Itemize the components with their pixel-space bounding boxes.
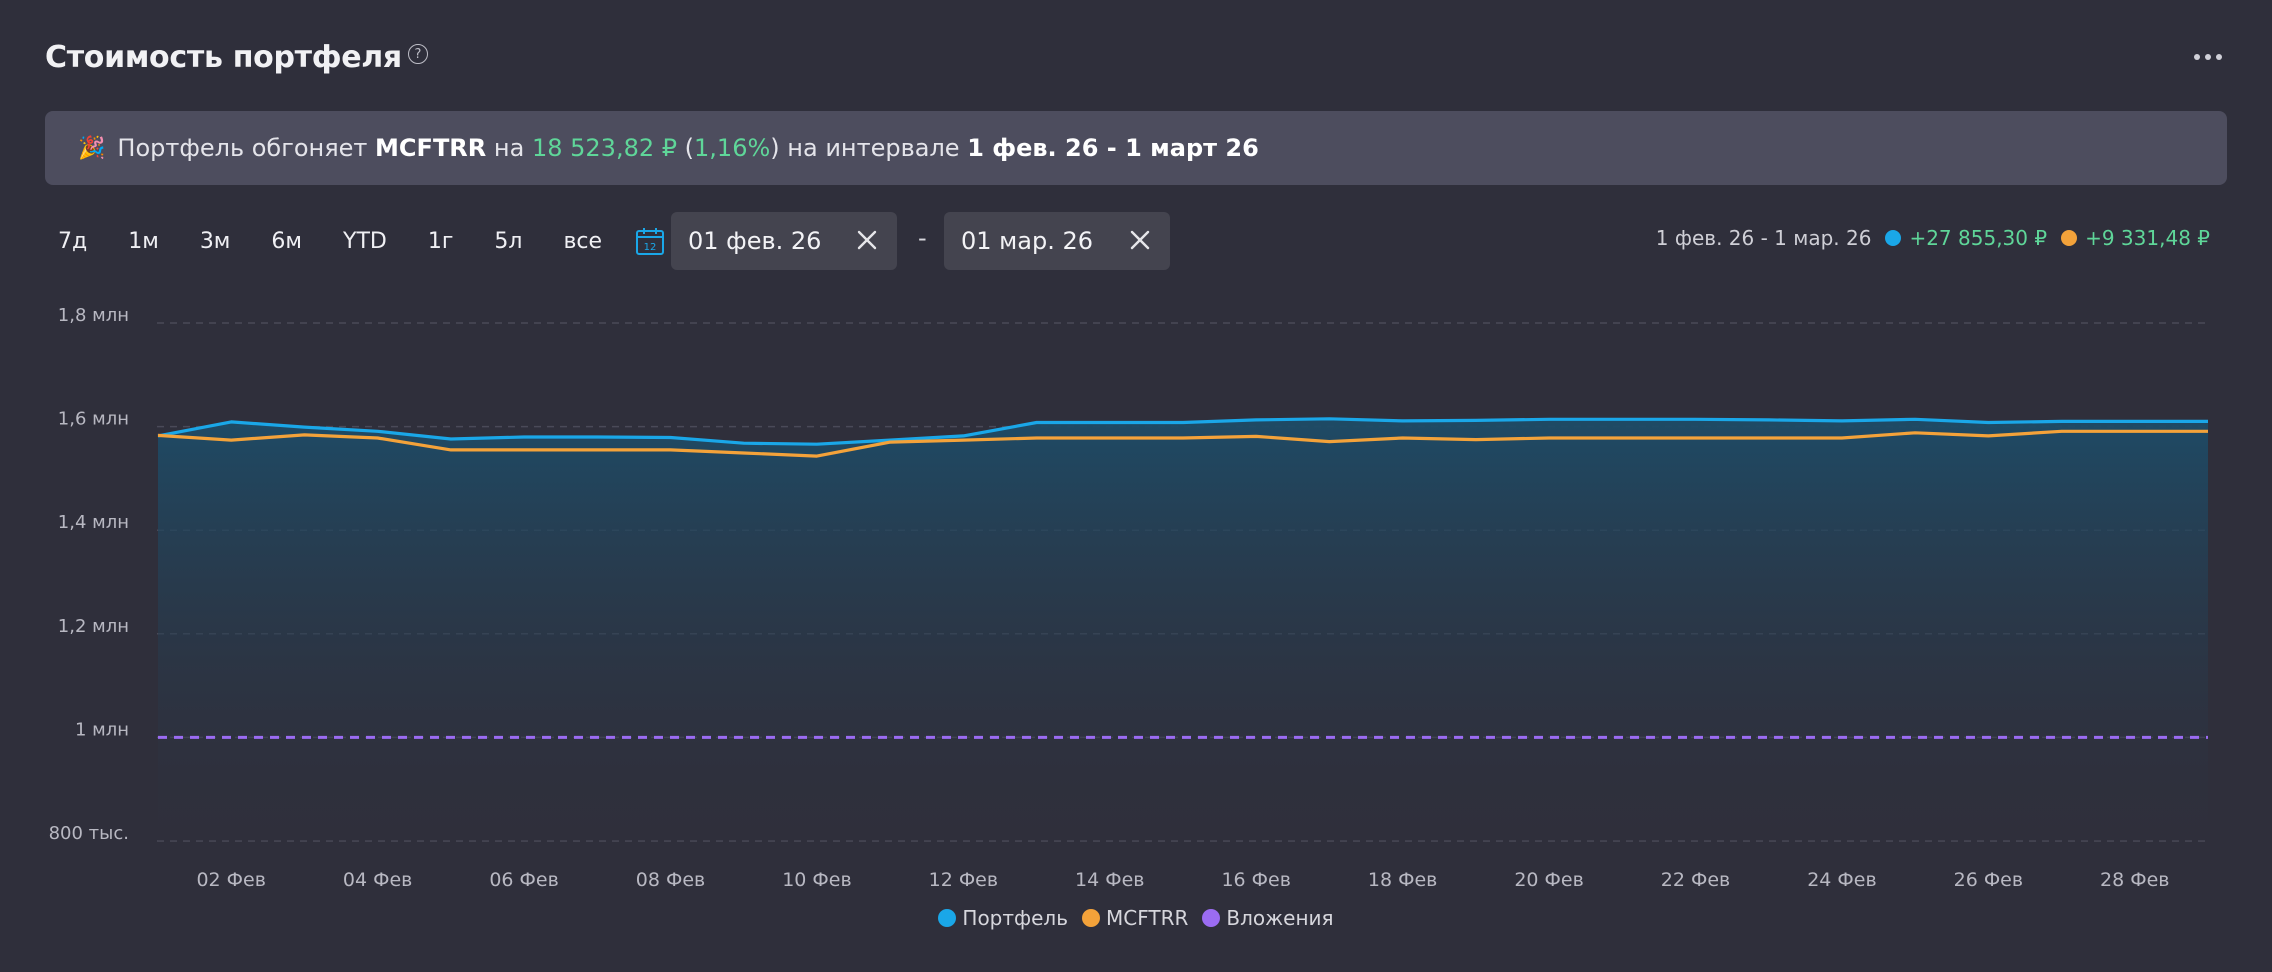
x-tick-label: 02 Фев xyxy=(196,869,265,891)
x-tick-label: 06 Фев xyxy=(489,869,558,891)
banner-paren-close: ) xyxy=(770,134,780,162)
legend-item-mcftrr[interactable]: MCFTRR xyxy=(1082,906,1188,930)
period-ytd-button[interactable]: YTD xyxy=(333,229,397,254)
y-tick-label: 1,4 млн xyxy=(58,512,129,533)
period-1y-button[interactable]: 1г xyxy=(418,229,464,254)
x-tick-label: 10 Фев xyxy=(782,869,851,891)
date-from-field[interactable]: 01 фев. 26 xyxy=(671,212,897,270)
portfolio-dot-icon xyxy=(1885,230,1902,246)
banner-text-interval: на интервале xyxy=(787,134,960,162)
chart-legend: Портфель MCFTRR Вложения xyxy=(0,906,2272,930)
x-tick-label: 18 Фев xyxy=(1368,869,1437,891)
x-tick-label: 28 Фев xyxy=(2100,869,2169,891)
banner-word-na: на xyxy=(493,134,525,162)
x-tick-label: 20 Фев xyxy=(1514,869,1583,891)
banner-amount: 18 523,82 ₽ xyxy=(531,134,678,162)
range-summary: 1 фев. 26 - 1 мар. 26 +27 855,30 ₽ +9 33… xyxy=(1656,226,2210,250)
party-popper-icon: 🎉 xyxy=(78,135,106,161)
y-tick-label: 1,8 млн xyxy=(58,305,129,326)
clear-date-to-icon[interactable] xyxy=(1128,228,1152,252)
calendar-icon[interactable]: 12 xyxy=(635,226,665,256)
period-selector: 7д 1м 3м 6м YTD 1г 5л все 12 xyxy=(48,214,665,268)
period-7d-button[interactable]: 7д xyxy=(48,229,97,254)
calendar-day-label: 12 xyxy=(644,242,657,253)
x-tick-label: 12 Фев xyxy=(929,869,998,891)
comparison-banner: 🎉 Портфель обгоняет MCFTRR на 18 523,82 … xyxy=(45,111,2227,185)
more-options-icon[interactable] xyxy=(2194,54,2222,60)
summary-benchmark-change: +9 331,48 ₽ xyxy=(2085,226,2210,250)
x-tick-label: 22 Фев xyxy=(1661,869,1730,891)
banner-interval: 1 фев. 26 - 1 март 26 xyxy=(967,134,1259,162)
page-title: Стоимость портфеля xyxy=(45,40,402,75)
x-tick-label: 26 Фев xyxy=(1954,869,2023,891)
x-tick-label: 04 Фев xyxy=(343,869,412,891)
summary-portfolio-change: +27 855,30 ₽ xyxy=(1909,226,2048,250)
y-tick-label: 1,6 млн xyxy=(58,409,129,430)
period-all-button[interactable]: все xyxy=(553,229,612,254)
legend-item-investments[interactable]: Вложения xyxy=(1202,906,1334,930)
legend-investments-label: Вложения xyxy=(1226,906,1334,930)
date-to-value: 01 мар. 26 xyxy=(961,227,1094,255)
period-6m-button[interactable]: 6м xyxy=(261,229,312,254)
legend-item-portfolio[interactable]: Портфель xyxy=(938,906,1068,930)
period-3m-button[interactable]: 3м xyxy=(190,229,241,254)
y-tick-label: 800 тыс. xyxy=(49,823,129,844)
banner-benchmark: MCFTRR xyxy=(375,134,487,162)
title-row: Стоимость портфеля ? xyxy=(45,40,428,75)
date-from-value: 01 фев. 26 xyxy=(688,227,822,255)
legend-portfolio-label: Портфель xyxy=(962,906,1069,930)
portfolio-value-chart[interactable]: 1,8 млн 1,6 млн 1,4 млн 1,2 млн 1 млн 800 тыс… xyxy=(0,290,2272,900)
legend-investments-dot-icon xyxy=(1202,909,1221,927)
period-1m-button[interactable]: 1м xyxy=(118,229,169,254)
banner-text-before: Портфель обгоняет xyxy=(117,134,368,162)
portfolio-area xyxy=(158,418,2208,841)
benchmark-dot-icon xyxy=(2061,230,2078,246)
banner-paren-open: ( xyxy=(684,134,695,162)
x-tick-label: 24 Фев xyxy=(1807,869,1876,891)
date-to-field[interactable]: 01 мар. 26 xyxy=(944,212,1170,270)
period-5y-button[interactable]: 5л xyxy=(484,229,532,254)
legend-mcftrr-label: MCFTRR xyxy=(1106,906,1189,930)
x-tick-label: 16 Фев xyxy=(1221,869,1290,891)
y-tick-label: 1,2 млн xyxy=(58,616,129,637)
date-range-dash: - xyxy=(918,224,927,252)
help-icon[interactable]: ? xyxy=(407,44,428,64)
legend-portfolio-dot-icon xyxy=(938,909,957,927)
legend-mcftrr-dot-icon xyxy=(1082,909,1101,927)
x-tick-label: 08 Фев xyxy=(636,869,705,891)
clear-date-from-icon[interactable] xyxy=(855,228,879,252)
banner-percent: 1,16% xyxy=(694,134,771,162)
x-tick-label: 14 Фев xyxy=(1075,869,1144,891)
summary-range: 1 фев. 26 - 1 мар. 26 xyxy=(1655,226,1872,250)
y-tick-label: 1 млн xyxy=(75,719,129,740)
